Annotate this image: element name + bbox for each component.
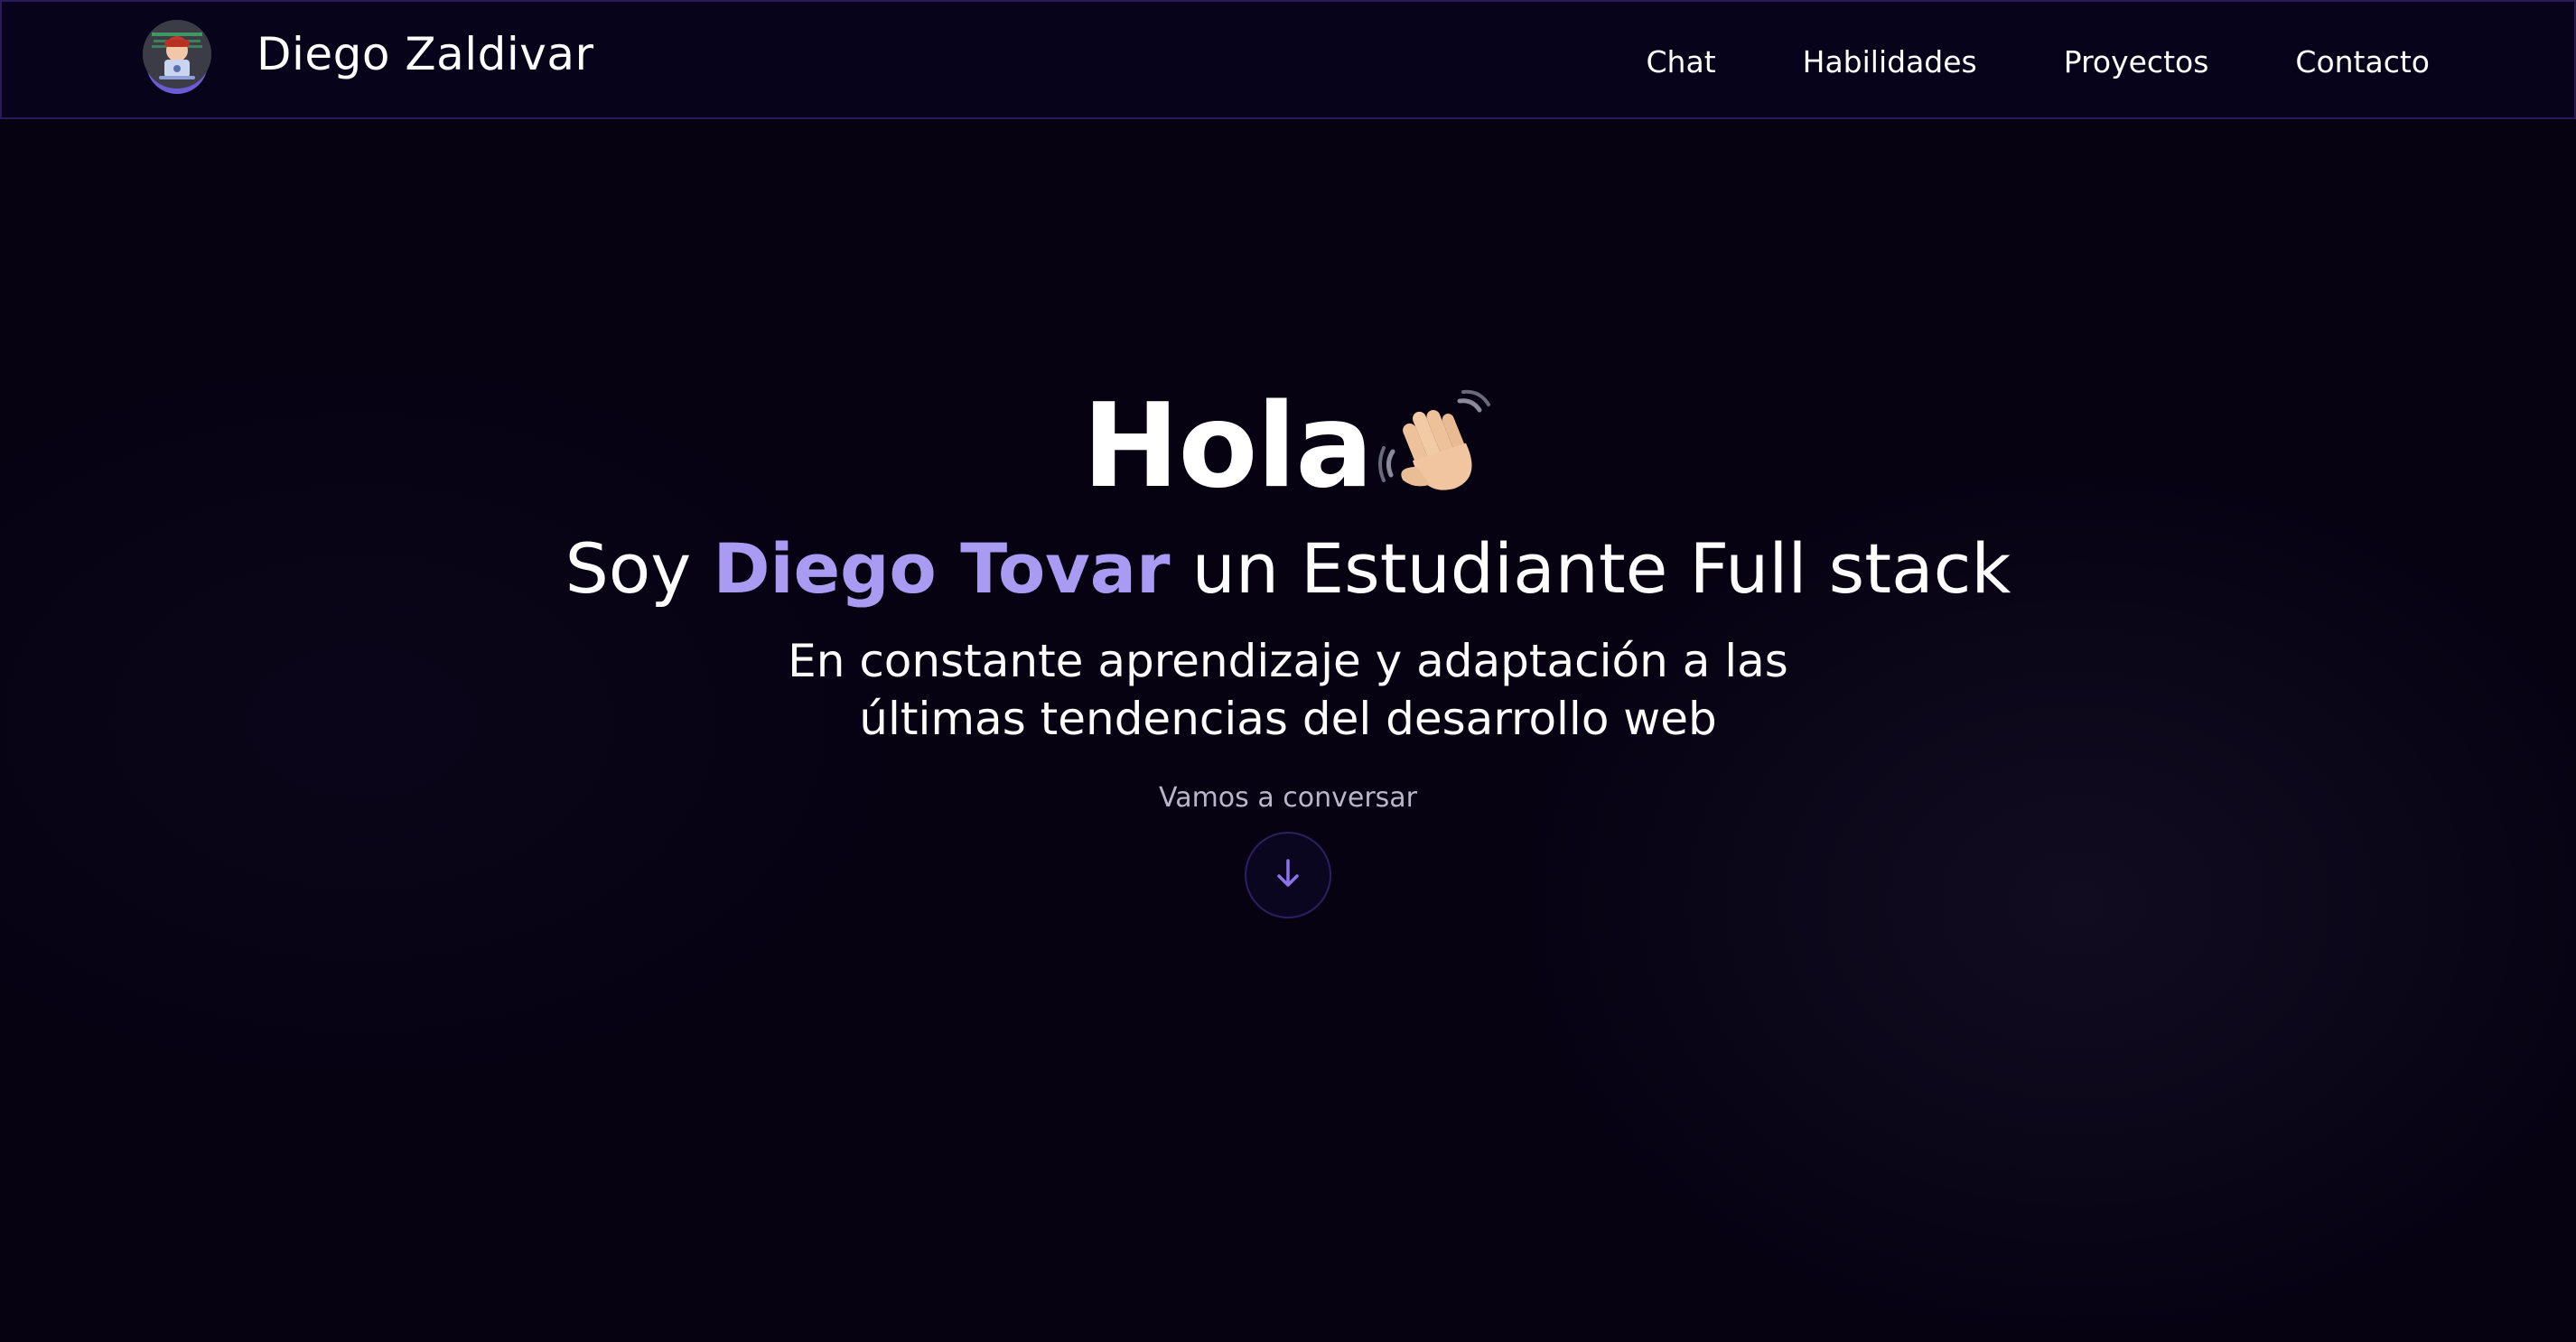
page: Diego Zaldivar Chat Habilidades Proyecto…	[0, 0, 2576, 1342]
main-nav: Chat Habilidades Proyectos Contacto	[1647, 2, 2430, 121]
site-header: Diego Zaldivar Chat Habilidades Proyecto…	[0, 0, 2576, 119]
waving-hand-icon	[1377, 388, 1494, 506]
scroll-down-button[interactable]	[1245, 831, 1331, 918]
nav-contacto[interactable]: Contacto	[2295, 44, 2430, 79]
greeting-heading: Hola	[1082, 388, 1493, 506]
nav-habilidades[interactable]: Habilidades	[1803, 44, 1977, 79]
intro-line: Soy Diego Tovar un Estudiante Full stack	[0, 531, 2576, 607]
greeting-text: Hola	[1082, 379, 1373, 514]
cta-label: Vamos a conversar	[1159, 781, 1417, 814]
nav-proyectos[interactable]: Proyectos	[2064, 44, 2209, 79]
brand[interactable]: Diego Zaldivar	[143, 20, 594, 89]
intro-prefix: Soy	[565, 528, 692, 609]
avatar-icon	[143, 20, 211, 89]
brand-name: Diego Zaldivar	[257, 28, 594, 80]
intro-suffix: un Estudiante Full stack	[1191, 528, 2011, 609]
tagline: En constante aprendizaje y adaptación a …	[788, 634, 1788, 745]
intro-name: Diego Tovar	[713, 528, 1171, 609]
nav-chat[interactable]: Chat	[1647, 44, 1716, 79]
arrow-down-icon	[1270, 855, 1306, 895]
hero-section: Hola Soy Diego Tovar un Estudiante Full …	[0, 388, 2576, 918]
